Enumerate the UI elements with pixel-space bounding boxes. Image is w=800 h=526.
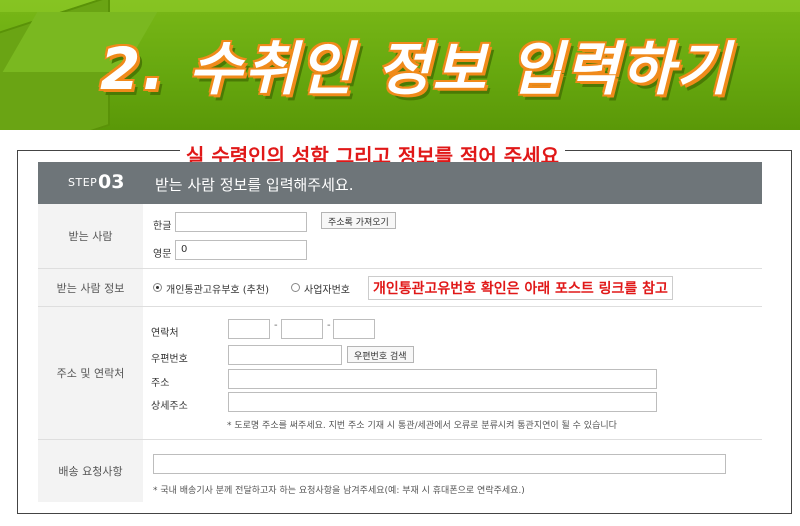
detail-address-label: 상세주소: [151, 401, 188, 412]
delivery-request-row: 배송 요청사항 * 국내 배송기사 분께 전달하고자 하는 요청사항을 남겨주세…: [38, 440, 762, 502]
korean-name-label: 한글: [153, 221, 172, 232]
recipient-row-label: 받는 사람: [38, 204, 143, 268]
delivery-request-hint: * 국내 배송기사 분께 전달하고자 하는 요청사항을 남겨주세요(예: 부재 …: [153, 486, 525, 496]
step-title: 받는 사람 정보를 입력해주세요.: [155, 176, 354, 194]
address-book-button[interactable]: 주소록 가져오기: [321, 212, 396, 229]
step-label: STEP: [68, 176, 98, 189]
banner-stripe: [0, 0, 800, 12]
annotation-note: 개인통관고유번호 확인은 아래 포스트 링크를 참고: [368, 276, 673, 300]
korean-name-input[interactable]: [175, 212, 307, 232]
english-name-label: 영문: [153, 249, 172, 260]
zipcode-input[interactable]: [228, 345, 342, 365]
english-name-input[interactable]: 0: [175, 240, 307, 260]
phone-separator-2: -: [327, 320, 331, 331]
banner: 2. 수취인 정보 입력하기: [0, 0, 800, 130]
customs-code-option-label: 개인통관고유부호 (추천): [166, 285, 269, 296]
banner-title: 2. 수취인 정보 입력하기: [100, 35, 732, 103]
phone-label: 연락처: [151, 328, 179, 339]
business-number-radio[interactable]: [291, 283, 300, 292]
phone-input-3[interactable]: [333, 319, 375, 339]
detail-address-input[interactable]: [228, 392, 657, 412]
recipient-row: 받는 사람 한글 주소록 가져오기 영문 0: [38, 204, 762, 269]
zipcode-label: 우편번호: [151, 354, 188, 365]
address-input[interactable]: [228, 369, 657, 389]
step-number: 03: [98, 171, 125, 193]
zipcode-search-button[interactable]: 우편번호 검색: [347, 346, 414, 363]
recipient-info-row-label: 받는 사람 정보: [38, 269, 143, 306]
address-contact-row: 주소 및 연락처 연락처 - - 우편번호 우편번호 검색 주소 상세주소 * …: [38, 307, 762, 440]
delivery-request-input[interactable]: [153, 454, 726, 474]
phone-input-1[interactable]: [228, 319, 270, 339]
address-label: 주소: [151, 378, 170, 389]
business-number-option-label: 사업자번호: [304, 285, 350, 296]
phone-separator-1: -: [274, 320, 278, 331]
phone-input-2[interactable]: [281, 319, 323, 339]
customs-code-radio[interactable]: [153, 283, 162, 292]
address-hint: * 도로명 주소를 써주세요. 지번 주소 기재 시 통관/세관에서 오류로 분…: [227, 421, 617, 431]
delivery-request-row-label: 배송 요청사항: [38, 440, 143, 502]
address-contact-row-label: 주소 및 연락처: [38, 307, 143, 439]
step-header: STEP 03 받는 사람 정보를 입력해주세요.: [38, 162, 762, 204]
